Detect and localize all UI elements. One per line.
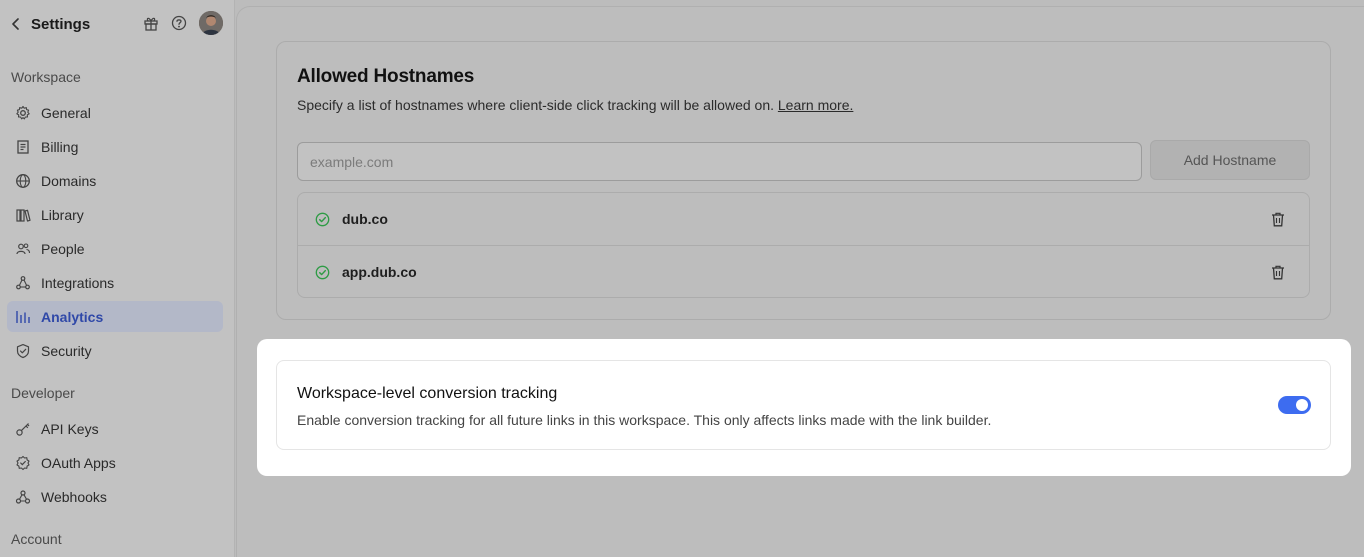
sidebar-item-label: Security (41, 342, 92, 359)
section-developer: Developer (11, 385, 75, 401)
sidebar-item-security[interactable]: Security (7, 335, 223, 366)
conversion-tracking-card: Workspace-level conversion tracking Enab… (276, 360, 1331, 450)
sidebar-item-webhooks[interactable]: Webhooks (7, 481, 223, 512)
sidebar-item-label: Billing (41, 138, 79, 155)
sidebar-item-label: Analytics (41, 308, 104, 325)
users-icon (15, 241, 31, 257)
conversion-tracking-toggle[interactable] (1278, 396, 1311, 414)
sidebar-item-label: API Keys (41, 420, 99, 437)
sidebar-item-analytics[interactable]: Analytics (7, 301, 223, 332)
hostname-label: app.dub.co (342, 264, 417, 280)
check-circle-icon (315, 212, 330, 226)
sidebar-item-api-keys[interactable]: API Keys (7, 413, 223, 444)
sidebar: Settings Workspace General Billing Domai… (0, 0, 235, 557)
card-description-text: Specify a list of hostnames where client… (297, 97, 774, 113)
sidebar-item-label: General (41, 104, 91, 121)
sidebar-item-library[interactable]: Library (7, 199, 223, 230)
sidebar-item-label: Domains (41, 172, 97, 189)
sidebar-item-oauth-apps[interactable]: OAuth Apps (7, 447, 223, 478)
bar-chart-icon (15, 309, 31, 325)
back-button[interactable] (8, 15, 24, 33)
card-title: Workspace-level conversion tracking (297, 385, 558, 402)
trash-icon[interactable] (1270, 264, 1286, 280)
trash-icon[interactable] (1270, 211, 1286, 227)
oauth-icon (15, 455, 31, 471)
library-icon (15, 207, 31, 223)
sidebar-item-label: Webhooks (41, 488, 107, 505)
conversion-tracking-highlight: Workspace-level conversion tracking Enab… (257, 339, 1351, 476)
sidebar-item-label: People (41, 240, 85, 257)
check-circle-icon (315, 265, 330, 279)
card-description: Enable conversion tracking for all futur… (297, 412, 992, 428)
integrations-icon (15, 275, 31, 291)
list-item: app.dub.co (298, 246, 1309, 297)
gift-icon[interactable] (142, 14, 160, 32)
card-title: Allowed Hostnames (297, 66, 475, 87)
page-title: Settings (31, 16, 91, 33)
hostname-list: dub.co app.dub.co (297, 192, 1310, 298)
sidebar-item-billing[interactable]: Billing (7, 131, 223, 162)
sidebar-item-general[interactable]: General (7, 97, 223, 128)
sidebar-item-domains[interactable]: Domains (7, 165, 223, 196)
section-account: Account (11, 531, 62, 547)
sidebar-item-label: Integrations (41, 274, 115, 291)
toggle-knob (1296, 399, 1308, 411)
sidebar-item-label: Library (41, 206, 84, 223)
allowed-hostnames-card: Allowed Hostnames Specify a list of host… (276, 41, 1331, 320)
gear-icon (15, 105, 31, 121)
webhook-icon (15, 489, 31, 505)
chevron-left-icon (12, 18, 19, 30)
section-workspace: Workspace (11, 69, 81, 85)
hostname-input[interactable] (297, 142, 1142, 181)
avatar[interactable] (199, 11, 223, 35)
globe-icon (15, 173, 31, 189)
list-item: dub.co (298, 193, 1309, 246)
sidebar-item-people[interactable]: People (7, 233, 223, 264)
sidebar-item-integrations[interactable]: Integrations (7, 267, 223, 298)
shield-check-icon (15, 343, 31, 359)
hostname-label: dub.co (342, 211, 388, 227)
add-hostname-button[interactable]: Add Hostname (1150, 140, 1310, 180)
receipt-icon (15, 139, 31, 155)
sidebar-item-label: OAuth Apps (41, 454, 116, 471)
learn-more-link[interactable]: Learn more. (778, 97, 853, 113)
card-description: Specify a list of hostnames where client… (297, 97, 853, 113)
key-icon (15, 421, 31, 437)
sidebar-header: Settings (0, 0, 235, 48)
help-circle-icon[interactable] (170, 14, 188, 32)
